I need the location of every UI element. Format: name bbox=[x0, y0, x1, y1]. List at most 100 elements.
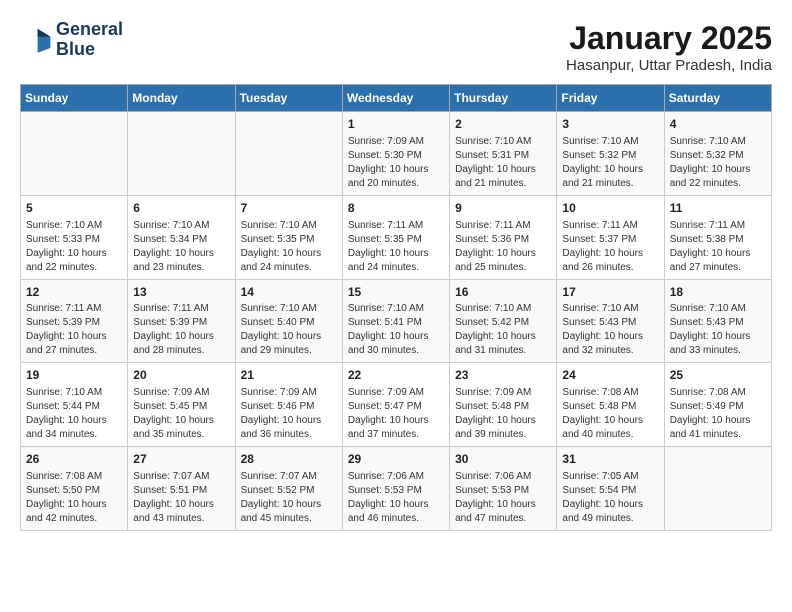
day-info: Sunrise: 7:10 AM Sunset: 5:40 PM Dayligh… bbox=[241, 302, 337, 358]
day-info: Sunrise: 7:10 AM Sunset: 5:34 PM Dayligh… bbox=[133, 219, 229, 275]
week-row-5: 26Sunrise: 7:08 AM Sunset: 5:50 PM Dayli… bbox=[21, 447, 772, 531]
calendar-cell: 26Sunrise: 7:08 AM Sunset: 5:50 PM Dayli… bbox=[21, 447, 128, 531]
day-info: Sunrise: 7:09 AM Sunset: 5:48 PM Dayligh… bbox=[455, 386, 551, 442]
day-number: 9 bbox=[455, 200, 551, 217]
day-info: Sunrise: 7:10 AM Sunset: 5:42 PM Dayligh… bbox=[455, 302, 551, 358]
calendar-cell: 10Sunrise: 7:11 AM Sunset: 5:37 PM Dayli… bbox=[557, 195, 664, 279]
day-number: 27 bbox=[133, 451, 229, 468]
calendar-cell bbox=[235, 112, 342, 196]
day-number: 1 bbox=[348, 116, 444, 133]
calendar-cell: 29Sunrise: 7:06 AM Sunset: 5:53 PM Dayli… bbox=[342, 447, 449, 531]
day-info: Sunrise: 7:11 AM Sunset: 5:36 PM Dayligh… bbox=[455, 219, 551, 275]
calendar-cell: 27 Sunrise: 7:07 AM Sunset: 5:51 PM Dayli… bbox=[128, 447, 235, 531]
day-info: Sunrise: 7:11 AM Sunset: 5:35 PM Dayligh… bbox=[348, 219, 444, 275]
day-number: 7 bbox=[241, 200, 337, 217]
day-info: Sunrise: 7:07 AM Sunset: 5:52 PM Dayligh… bbox=[241, 470, 337, 526]
day-info: Sunrise: 7:05 AM Sunset: 5:54 PM Dayligh… bbox=[562, 470, 658, 526]
weekday-header-tuesday: Tuesday bbox=[235, 85, 342, 112]
day-number: 2 bbox=[455, 116, 551, 133]
calendar-cell: 13Sunrise: 7:11 AM Sunset: 5:39 PM Dayli… bbox=[128, 279, 235, 363]
day-number: 10 bbox=[562, 200, 658, 217]
calendar-cell: 5Sunrise: 7:10 AM Sunset: 5:33 PM Daylig… bbox=[21, 195, 128, 279]
location: Hasanpur, Uttar Pradesh, India bbox=[566, 57, 772, 74]
calendar-cell: 23Sunrise: 7:09 AM Sunset: 5:48 PM Dayli… bbox=[450, 363, 557, 447]
weekday-header-saturday: Saturday bbox=[664, 85, 771, 112]
page-header: General Blue January 2025 Hasanpur, Utta… bbox=[20, 20, 772, 74]
calendar-cell: 7Sunrise: 7:10 AM Sunset: 5:35 PM Daylig… bbox=[235, 195, 342, 279]
day-info: Sunrise: 7:09 AM Sunset: 5:30 PM Dayligh… bbox=[348, 135, 444, 191]
calendar-cell: 11 Sunrise: 7:11 AM Sunset: 5:38 PM Dayli… bbox=[664, 195, 771, 279]
week-row-4: 19Sunrise: 7:10 AM Sunset: 5:44 PM Dayli… bbox=[21, 363, 772, 447]
day-number: 15 bbox=[348, 284, 444, 301]
week-row-2: 5Sunrise: 7:10 AM Sunset: 5:33 PM Daylig… bbox=[21, 195, 772, 279]
calendar-cell: 15Sunrise: 7:10 AM Sunset: 5:41 PM Dayli… bbox=[342, 279, 449, 363]
day-info: Sunrise: 7:11 AM Sunset: 5:39 PM Dayligh… bbox=[26, 302, 122, 358]
calendar-cell: 31 Sunrise: 7:05 AM Sunset: 5:54 PM Dayli… bbox=[557, 447, 664, 531]
calendar-cell: 12Sunrise: 7:11 AM Sunset: 5:39 PM Dayli… bbox=[21, 279, 128, 363]
calendar-cell bbox=[21, 112, 128, 196]
day-info: Sunrise: 7:10 AM Sunset: 5:32 PM Dayligh… bbox=[670, 135, 766, 191]
weekday-header-row: SundayMondayTuesdayWednesdayThursdayFrid… bbox=[21, 85, 772, 112]
calendar-table: SundayMondayTuesdayWednesdayThursdayFrid… bbox=[20, 84, 772, 531]
day-number: 24 bbox=[562, 367, 658, 384]
day-info: Sunrise: 7:10 AM Sunset: 5:43 PM Dayligh… bbox=[562, 302, 658, 358]
calendar-cell: 3 Sunrise: 7:10 AM Sunset: 5:32 PM Daylig… bbox=[557, 112, 664, 196]
day-info: Sunrise: 7:11 AM Sunset: 5:39 PM Dayligh… bbox=[133, 302, 229, 358]
day-number: 21 bbox=[241, 367, 337, 384]
day-number: 3 bbox=[562, 116, 658, 133]
day-number: 28 bbox=[241, 451, 337, 468]
calendar-cell: 25 Sunrise: 7:08 AM Sunset: 5:49 PM Dayli… bbox=[664, 363, 771, 447]
day-number: 30 bbox=[455, 451, 551, 468]
day-info: Sunrise: 7:09 AM Sunset: 5:46 PM Dayligh… bbox=[241, 386, 337, 442]
day-number: 4 bbox=[670, 116, 766, 133]
weekday-header-wednesday: Wednesday bbox=[342, 85, 449, 112]
day-number: 29 bbox=[348, 451, 444, 468]
day-number: 11 bbox=[670, 200, 766, 217]
day-info: Sunrise: 7:10 AM Sunset: 5:44 PM Dayligh… bbox=[26, 386, 122, 442]
calendar-cell: 2 Sunrise: 7:10 AM Sunset: 5:31 PM Daylig… bbox=[450, 112, 557, 196]
calendar-cell: 19Sunrise: 7:10 AM Sunset: 5:44 PM Dayli… bbox=[21, 363, 128, 447]
day-number: 13 bbox=[133, 284, 229, 301]
day-info: Sunrise: 7:10 AM Sunset: 5:31 PM Dayligh… bbox=[455, 135, 551, 191]
day-number: 16 bbox=[455, 284, 551, 301]
calendar-cell: 28 Sunrise: 7:07 AM Sunset: 5:52 PM Dayli… bbox=[235, 447, 342, 531]
day-info: Sunrise: 7:10 AM Sunset: 5:32 PM Dayligh… bbox=[562, 135, 658, 191]
calendar-cell: 16Sunrise: 7:10 AM Sunset: 5:42 PM Dayli… bbox=[450, 279, 557, 363]
day-info: Sunrise: 7:06 AM Sunset: 5:53 PM Dayligh… bbox=[455, 470, 551, 526]
calendar-cell: 17Sunrise: 7:10 AM Sunset: 5:43 PM Dayli… bbox=[557, 279, 664, 363]
day-info: Sunrise: 7:11 AM Sunset: 5:38 PM Dayligh… bbox=[670, 219, 766, 275]
day-number: 6 bbox=[133, 200, 229, 217]
calendar-cell: 30 Sunrise: 7:06 AM Sunset: 5:53 PM Dayli… bbox=[450, 447, 557, 531]
calendar-cell bbox=[664, 447, 771, 531]
calendar-cell: 9 Sunrise: 7:11 AM Sunset: 5:36 PM Daylig… bbox=[450, 195, 557, 279]
calendar-cell: 18Sunrise: 7:10 AM Sunset: 5:43 PM Dayli… bbox=[664, 279, 771, 363]
calendar-cell: 22Sunrise: 7:09 AM Sunset: 5:47 PM Dayli… bbox=[342, 363, 449, 447]
day-number: 20 bbox=[133, 367, 229, 384]
day-info: Sunrise: 7:07 AM Sunset: 5:51 PM Dayligh… bbox=[133, 470, 229, 526]
title-block: January 2025 Hasanpur, Uttar Pradesh, In… bbox=[566, 20, 772, 74]
month-title: January 2025 bbox=[566, 20, 772, 57]
week-row-1: 1 Sunrise: 7:09 AM Sunset: 5:30 PM Daylig… bbox=[21, 112, 772, 196]
calendar-cell: 21 Sunrise: 7:09 AM Sunset: 5:46 PM Dayli… bbox=[235, 363, 342, 447]
weekday-header-monday: Monday bbox=[128, 85, 235, 112]
day-info: Sunrise: 7:10 AM Sunset: 5:41 PM Dayligh… bbox=[348, 302, 444, 358]
day-number: 8 bbox=[348, 200, 444, 217]
calendar-cell bbox=[128, 112, 235, 196]
calendar-cell: 6 Sunrise: 7:10 AM Sunset: 5:34 PM Daylig… bbox=[128, 195, 235, 279]
calendar-cell: 24Sunrise: 7:08 AM Sunset: 5:48 PM Dayli… bbox=[557, 363, 664, 447]
day-number: 31 bbox=[562, 451, 658, 468]
day-number: 14 bbox=[241, 284, 337, 301]
weekday-header-sunday: Sunday bbox=[21, 85, 128, 112]
day-number: 18 bbox=[670, 284, 766, 301]
day-info: Sunrise: 7:09 AM Sunset: 5:45 PM Dayligh… bbox=[133, 386, 229, 442]
calendar-cell: 4 Sunrise: 7:10 AM Sunset: 5:32 PM Daylig… bbox=[664, 112, 771, 196]
day-info: Sunrise: 7:08 AM Sunset: 5:49 PM Dayligh… bbox=[670, 386, 766, 442]
day-info: Sunrise: 7:08 AM Sunset: 5:50 PM Dayligh… bbox=[26, 470, 122, 526]
week-row-3: 12Sunrise: 7:11 AM Sunset: 5:39 PM Dayli… bbox=[21, 279, 772, 363]
day-number: 25 bbox=[670, 367, 766, 384]
day-info: Sunrise: 7:10 AM Sunset: 5:43 PM Dayligh… bbox=[670, 302, 766, 358]
day-number: 17 bbox=[562, 284, 658, 301]
weekday-header-friday: Friday bbox=[557, 85, 664, 112]
day-info: Sunrise: 7:10 AM Sunset: 5:33 PM Dayligh… bbox=[26, 219, 122, 275]
calendar-cell: 20 Sunrise: 7:09 AM Sunset: 5:45 PM Dayli… bbox=[128, 363, 235, 447]
